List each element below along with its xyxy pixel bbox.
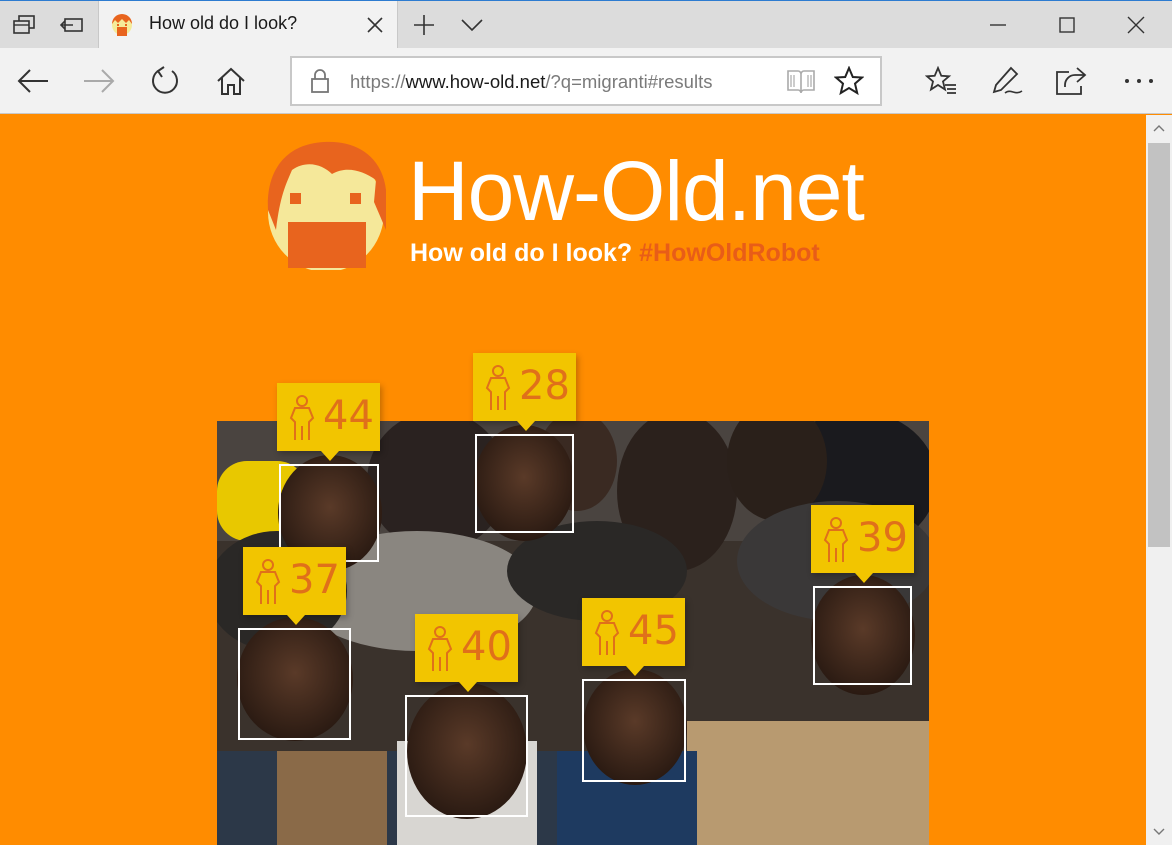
tab-bar: How old do I look?: [0, 0, 1172, 49]
tab-title: How old do I look?: [149, 13, 298, 33]
url-scheme: https://: [350, 71, 406, 92]
active-tab[interactable]: How old do I look?: [98, 1, 398, 49]
home-icon[interactable]: [206, 57, 256, 105]
address-bar[interactable]: https://www.how-old.net/?q=migranti#resu…: [290, 56, 882, 106]
share-icon[interactable]: [1046, 57, 1096, 105]
scroll-down-arrow-icon[interactable]: [1146, 819, 1172, 845]
scroll-up-arrow-icon[interactable]: [1146, 115, 1172, 141]
female-icon: [823, 517, 849, 562]
age-tag: 28: [473, 353, 576, 431]
face-box: [238, 628, 351, 740]
lock-icon: [311, 69, 329, 93]
age-value: 44: [323, 393, 374, 439]
age-value: 28: [519, 363, 570, 409]
web-page: How-Old.net How old do I look? #HowOldRo…: [0, 115, 1146, 845]
new-tab-icon[interactable]: [400, 1, 448, 49]
face-box: [813, 586, 912, 685]
age-tag: 40: [415, 614, 518, 692]
face-box: [475, 434, 574, 533]
url-text: https://www.how-old.net/?q=migranti#resu…: [350, 71, 712, 93]
url-path: /?q=migranti#results: [545, 71, 713, 92]
maximize-icon[interactable]: [1033, 1, 1101, 49]
female-icon: [289, 395, 315, 440]
tab-preview-chevron-down-icon[interactable]: [448, 1, 496, 49]
favorites-hub-icon[interactable]: [916, 57, 966, 105]
female-icon: [255, 559, 281, 604]
site-tagline: How old do I look? #HowOldRobot: [410, 239, 820, 268]
tabs-aside-icon[interactable]: [0, 1, 48, 49]
hashtag-link[interactable]: #HowOldRobot: [639, 239, 820, 267]
scroll-thumb[interactable]: [1148, 143, 1170, 547]
forward-arrow-icon[interactable]: [74, 57, 124, 105]
age-value: 40: [461, 624, 512, 670]
age-tag: 37: [243, 547, 346, 625]
reading-view-book-icon[interactable]: [786, 67, 816, 95]
female-icon: [427, 626, 453, 671]
site-title: How-Old.net: [408, 144, 865, 238]
age-value: 37: [289, 557, 340, 603]
female-icon: [594, 610, 620, 655]
how-old-robot-logo: [267, 141, 386, 270]
minimize-icon[interactable]: [964, 1, 1032, 49]
navigation-bar: https://www.how-old.net/?q=migranti#resu…: [0, 48, 1172, 114]
age-tag: 45: [582, 598, 685, 676]
female-icon: [485, 365, 511, 410]
web-note-pen-icon[interactable]: [982, 57, 1032, 105]
add-favorite-star-icon[interactable]: [834, 66, 864, 96]
how-old-favicon-icon: [112, 14, 132, 36]
tagline-text: How old do I look?: [410, 239, 633, 267]
close-window-icon[interactable]: [1102, 1, 1170, 49]
show-tabs-aside-icon[interactable]: [48, 1, 96, 49]
back-arrow-icon[interactable]: [8, 57, 58, 105]
age-value: 39: [857, 515, 908, 561]
vertical-scrollbar[interactable]: [1146, 115, 1172, 845]
url-host: www.how-old.net: [405, 71, 546, 92]
face-box: [405, 695, 528, 817]
close-tab-icon[interactable]: [361, 11, 389, 39]
face-box: [582, 679, 686, 782]
more-options-icon[interactable]: [1114, 57, 1164, 105]
age-tag: 44: [277, 383, 380, 461]
age-tag: 39: [811, 505, 914, 583]
refresh-icon[interactable]: [140, 57, 190, 105]
age-value: 45: [628, 608, 679, 654]
